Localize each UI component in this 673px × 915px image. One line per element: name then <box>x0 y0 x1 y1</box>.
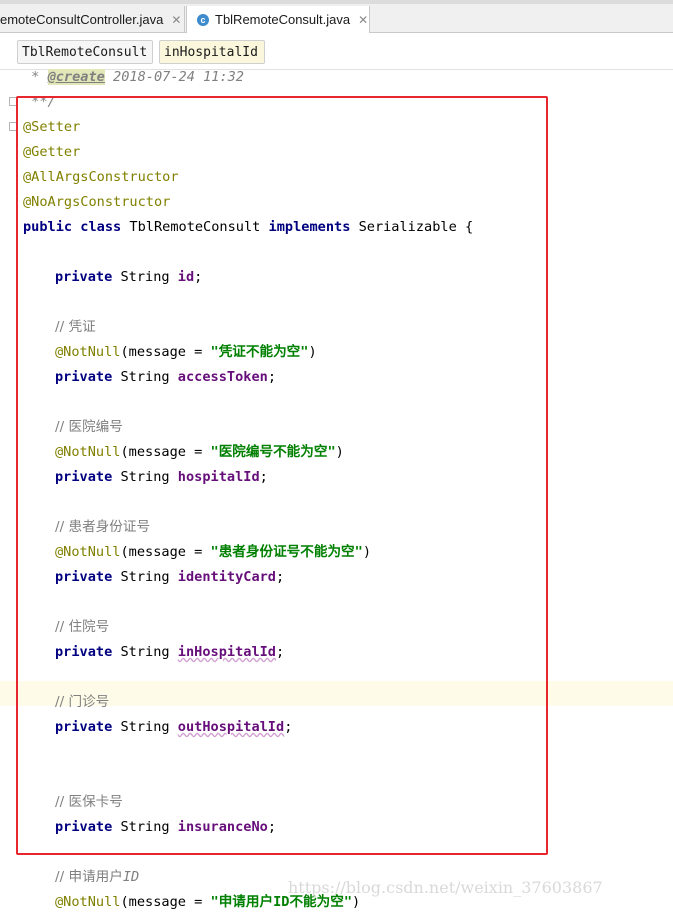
code-line: // 住院号 <box>55 619 110 635</box>
editor-tab-bar: emoteConsultController.java ✕ c TblRemot… <box>0 0 673 33</box>
code-line: @AllArgsConstructor <box>23 169 179 185</box>
code-editor[interactable]: * @create 2018-07-24 11:32 **/ @Setter @… <box>0 69 673 910</box>
code-line: // 申请用户ID <box>55 869 140 885</box>
code-line: private String accessToken; <box>55 369 276 385</box>
tab-label: TblRemoteConsult.java <box>215 12 351 27</box>
watermark: https://blog.csdn.net/weixin_37603867 <box>288 878 603 897</box>
tab-label: emoteConsultController.java <box>0 12 164 27</box>
code-line: @NoArgsConstructor <box>23 194 171 210</box>
tab-remote-consult-controller[interactable]: emoteConsultController.java ✕ <box>0 6 185 33</box>
fold-icon[interactable] <box>9 122 18 131</box>
code-line: @NotNull(message = "医院编号不能为空") <box>55 444 344 460</box>
fold-icon[interactable] <box>9 97 18 106</box>
breadcrumb-item-class[interactable]: TblRemoteConsult <box>17 40 153 64</box>
code-line: @Getter <box>23 144 81 160</box>
close-icon[interactable]: ✕ <box>358 13 368 27</box>
close-icon[interactable]: ✕ <box>171 13 181 27</box>
breadcrumb-item-field[interactable]: inHospitalId <box>159 40 265 64</box>
code-line: // 医院编号 <box>55 419 123 435</box>
code-line: private String identityCard; <box>55 569 285 585</box>
code-line: * @create 2018-07-24 11:32 <box>23 69 244 85</box>
code-line: @NotNull(message = "凭证不能为空") <box>55 344 317 360</box>
code-line: public class TblRemoteConsult implements… <box>23 219 474 235</box>
code-line: @NotNull(message = "患者身份证号不能为空") <box>55 544 372 560</box>
code-line: // 凭证 <box>55 319 96 335</box>
tab-tbl-remote-consult[interactable]: c TblRemoteConsult.java ✕ <box>186 6 370 33</box>
code-line: // 门诊号 <box>55 694 110 710</box>
tab-bar-top-strip <box>0 0 673 4</box>
code-line: private String inHospitalId; <box>55 644 285 660</box>
code-line: **/ <box>23 94 56 110</box>
code-line: // 医保卡号 <box>55 794 123 810</box>
code-line: @Setter <box>23 119 81 135</box>
code-line: private String id; <box>55 269 203 285</box>
code-line: private String insuranceNo; <box>55 819 276 835</box>
code-line: private String hospitalId; <box>55 469 268 485</box>
code-line: // 患者身份证号 <box>55 519 151 535</box>
c-class-icon: c <box>197 13 209 26</box>
code-line: private String outHospitalId; <box>55 719 293 735</box>
